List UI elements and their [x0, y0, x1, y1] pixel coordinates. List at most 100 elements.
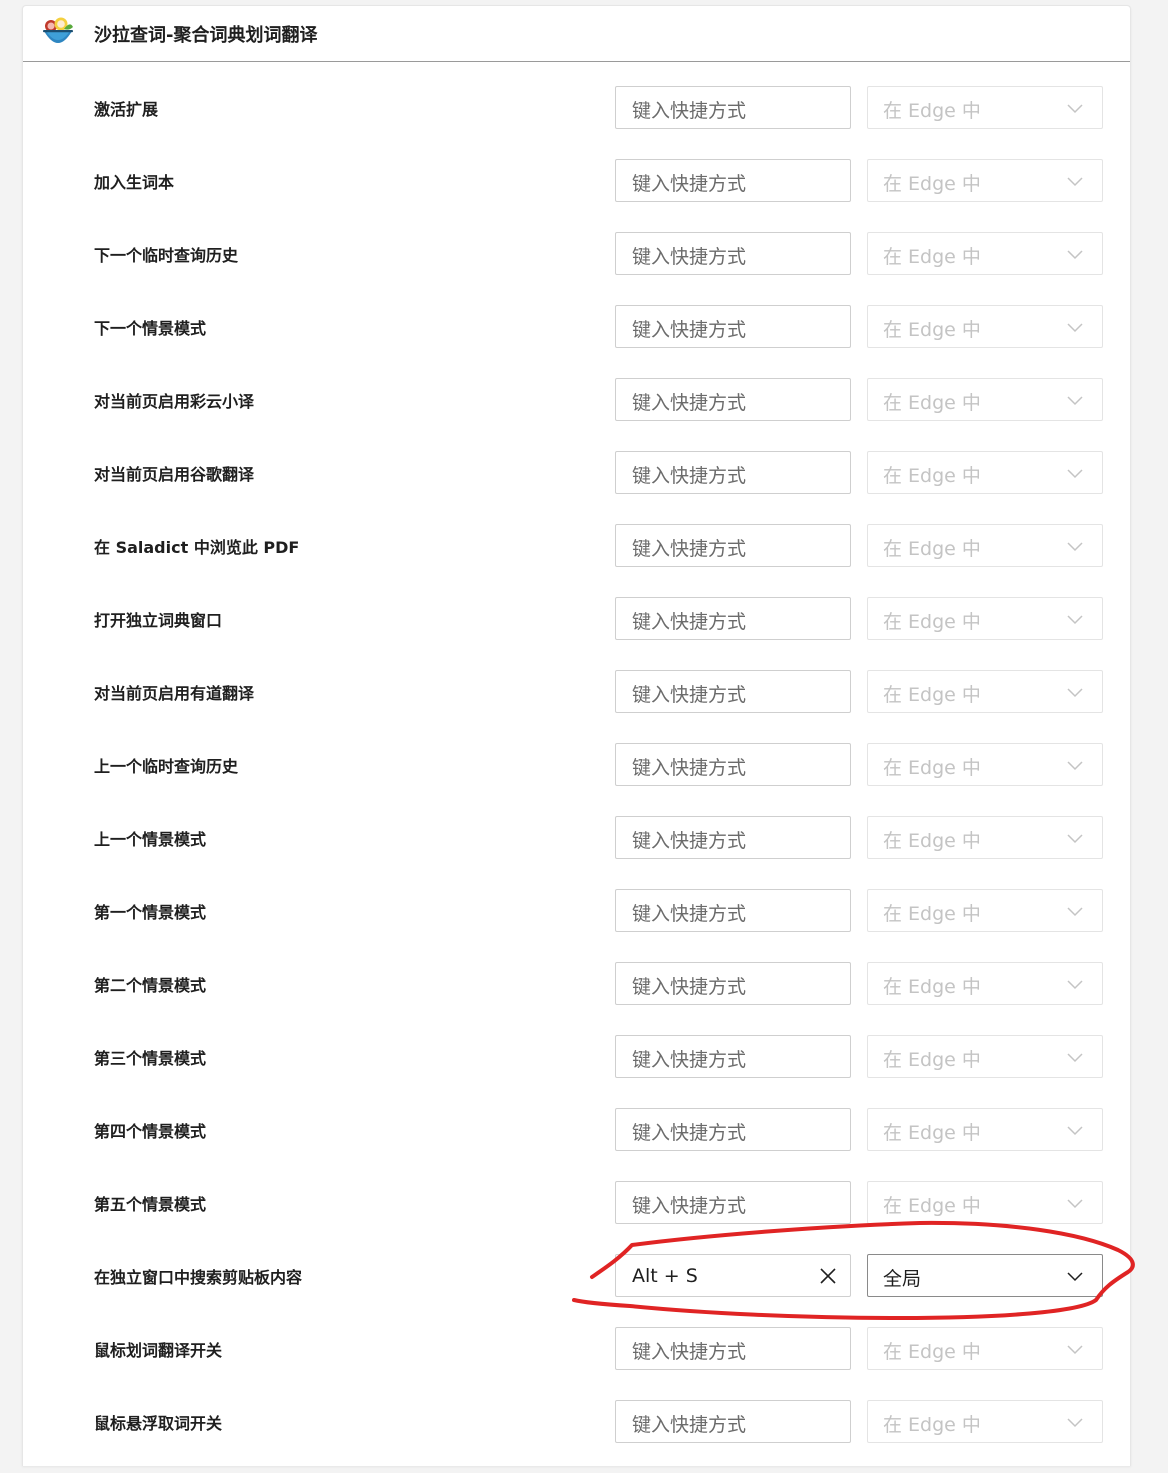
shortcut-scope-dropdown[interactable]: 在 Edge 中: [867, 524, 1103, 567]
shortcut-key-input[interactable]: 键入快捷方式: [615, 524, 851, 567]
clear-shortcut-icon[interactable]: [818, 1266, 838, 1286]
shortcut-command-label: 第四个情景模式: [94, 1122, 207, 1141]
shortcut-scope-value: 在 Edge 中: [883, 1341, 981, 1363]
shortcut-row: 鼠标悬浮取词开关 键入快捷方式 在 Edge 中: [23, 1400, 1130, 1473]
shortcut-scope-dropdown[interactable]: 在 Edge 中: [867, 597, 1103, 640]
shortcut-command-label: 上一个情景模式: [94, 830, 207, 849]
shortcut-row: 打开独立词典窗口 键入快捷方式 在 Edge 中: [23, 597, 1130, 670]
shortcut-scope-value: 在 Edge 中: [883, 100, 981, 122]
shortcut-placeholder: 键入快捷方式: [632, 465, 747, 487]
shortcut-row: 对当前页启用有道翻译 键入快捷方式 在 Edge 中: [23, 670, 1130, 743]
shortcut-scope-value: 在 Edge 中: [883, 392, 981, 414]
shortcut-command-label: 对当前页启用彩云小译: [94, 392, 255, 411]
shortcut-key-input[interactable]: 键入快捷方式: [615, 305, 851, 348]
shortcut-row: 第四个情景模式 键入快捷方式 在 Edge 中: [23, 1108, 1130, 1181]
shortcut-placeholder: 键入快捷方式: [632, 1341, 747, 1363]
chevron-down-icon: [1067, 104, 1083, 114]
shortcut-key-input[interactable]: 键入快捷方式: [615, 1108, 851, 1151]
shortcut-scope-value: 在 Edge 中: [883, 611, 981, 633]
shortcut-row: 上一个情景模式 键入快捷方式 在 Edge 中: [23, 816, 1130, 889]
shortcut-placeholder: 键入快捷方式: [632, 100, 747, 122]
shortcut-scope-dropdown[interactable]: 在 Edge 中: [867, 1108, 1103, 1151]
chevron-down-icon: [1067, 615, 1083, 625]
shortcut-scope-dropdown[interactable]: 在 Edge 中: [867, 1400, 1103, 1443]
shortcut-command-label: 在独立窗口中搜索剪贴板内容: [94, 1268, 303, 1287]
chevron-down-icon: [1067, 761, 1083, 771]
chevron-down-icon: [1067, 542, 1083, 552]
shortcut-key-input[interactable]: 键入快捷方式: [615, 86, 851, 129]
shortcut-scope-dropdown[interactable]: 在 Edge 中: [867, 378, 1103, 421]
shortcut-row: 鼠标划词翻译开关 键入快捷方式 在 Edge 中: [23, 1327, 1130, 1400]
extension-title: 沙拉查词-聚合词典划词翻译: [94, 25, 318, 46]
chevron-down-icon: [1067, 396, 1083, 406]
shortcut-placeholder: 键入快捷方式: [632, 173, 747, 195]
shortcut-scope-dropdown[interactable]: 在 Edge 中: [867, 451, 1103, 494]
shortcut-row: 激活扩展 键入快捷方式 在 Edge 中: [23, 86, 1130, 159]
extension-header: 沙拉查词-聚合词典划词翻译: [23, 6, 1130, 62]
shortcut-command-label: 上一个临时查询历史: [94, 757, 239, 776]
shortcut-scope-value: 在 Edge 中: [883, 1122, 981, 1144]
shortcut-command-label: 第一个情景模式: [94, 903, 207, 922]
shortcut-placeholder: 键入快捷方式: [632, 1122, 747, 1144]
shortcut-scope-dropdown[interactable]: 在 Edge 中: [867, 305, 1103, 348]
shortcut-key-input[interactable]: 键入快捷方式: [615, 816, 851, 859]
shortcut-placeholder: 键入快捷方式: [632, 392, 747, 414]
shortcut-command-label: 下一个临时查询历史: [94, 246, 239, 265]
shortcut-scope-dropdown[interactable]: 在 Edge 中: [867, 816, 1103, 859]
chevron-down-icon: [1067, 1199, 1083, 1209]
shortcut-placeholder: 键入快捷方式: [632, 757, 747, 779]
shortcut-row: 对当前页启用谷歌翻译 键入快捷方式 在 Edge 中: [23, 451, 1130, 524]
shortcut-placeholder: 键入快捷方式: [632, 903, 747, 925]
chevron-down-icon: [1067, 469, 1083, 479]
shortcut-command-label: 对当前页启用谷歌翻译: [94, 465, 255, 484]
shortcut-key-input[interactable]: 键入快捷方式: [615, 159, 851, 202]
shortcut-key-input[interactable]: 键入快捷方式: [615, 1181, 851, 1224]
shortcut-key-input[interactable]: 键入快捷方式: [615, 670, 851, 713]
chevron-down-icon: [1067, 834, 1083, 844]
shortcut-key-input[interactable]: 键入快捷方式: [615, 1327, 851, 1370]
shortcut-scope-dropdown[interactable]: 在 Edge 中: [867, 232, 1103, 275]
shortcut-scope-dropdown[interactable]: 在 Edge 中: [867, 962, 1103, 1005]
shortcut-key-input[interactable]: 键入快捷方式: [615, 378, 851, 421]
shortcut-scope-dropdown[interactable]: 在 Edge 中: [867, 1181, 1103, 1224]
shortcut-row: 上一个临时查询历史 键入快捷方式 在 Edge 中: [23, 743, 1130, 816]
shortcut-key-input[interactable]: 键入快捷方式: [615, 1400, 851, 1443]
saladict-logo-icon: [43, 17, 73, 43]
shortcut-key-input[interactable]: 键入快捷方式: [615, 451, 851, 494]
shortcut-scope-dropdown[interactable]: 在 Edge 中: [867, 1327, 1103, 1370]
shortcut-key-input[interactable]: 键入快捷方式: [615, 743, 851, 786]
shortcut-key-input[interactable]: 键入快捷方式: [615, 232, 851, 275]
shortcut-key-input[interactable]: 键入快捷方式: [615, 962, 851, 1005]
shortcut-key-input[interactable]: 键入快捷方式: [615, 889, 851, 932]
shortcut-row: 在 Saladict 中浏览此 PDF 键入快捷方式 在 Edge 中: [23, 524, 1130, 597]
shortcut-scope-dropdown[interactable]: 在 Edge 中: [867, 159, 1103, 202]
shortcut-scope-dropdown[interactable]: 在 Edge 中: [867, 1035, 1103, 1078]
shortcut-scope-value: 在 Edge 中: [883, 246, 981, 268]
shortcut-key-input[interactable]: Alt + S: [615, 1254, 851, 1297]
shortcut-key-input[interactable]: 键入快捷方式: [615, 1035, 851, 1078]
shortcut-placeholder: 键入快捷方式: [632, 1195, 747, 1217]
shortcut-scope-dropdown[interactable]: 在 Edge 中: [867, 670, 1103, 713]
shortcut-scope-value: 在 Edge 中: [883, 1195, 981, 1217]
chevron-down-icon: [1067, 177, 1083, 187]
shortcut-key-input[interactable]: 键入快捷方式: [615, 597, 851, 640]
shortcut-scope-value: 在 Edge 中: [883, 757, 981, 779]
shortcut-scope-value: 在 Edge 中: [883, 1414, 981, 1436]
shortcut-scope-dropdown[interactable]: 在 Edge 中: [867, 86, 1103, 129]
shortcut-placeholder: 键入快捷方式: [632, 1414, 747, 1436]
shortcut-command-label: 打开独立词典窗口: [94, 611, 223, 630]
shortcut-placeholder: 键入快捷方式: [632, 684, 747, 706]
shortcut-placeholder: 键入快捷方式: [632, 976, 747, 998]
shortcut-placeholder: 键入快捷方式: [632, 611, 747, 633]
shortcut-scope-dropdown[interactable]: 在 Edge 中: [867, 889, 1103, 932]
shortcut-scope-dropdown[interactable]: 在 Edge 中: [867, 743, 1103, 786]
shortcut-row: 第五个情景模式 键入快捷方式 在 Edge 中: [23, 1181, 1130, 1254]
shortcut-scope-value: 在 Edge 中: [883, 319, 981, 341]
shortcut-scope-dropdown[interactable]: 全局: [867, 1254, 1103, 1297]
shortcut-placeholder: 键入快捷方式: [632, 246, 747, 268]
chevron-down-icon: [1067, 1053, 1083, 1063]
shortcut-command-label: 第二个情景模式: [94, 976, 207, 995]
shortcut-row: 对当前页启用彩云小译 键入快捷方式 在 Edge 中: [23, 378, 1130, 451]
shortcut-command-label: 鼠标划词翻译开关: [94, 1341, 223, 1360]
shortcut-command-label: 在 Saladict 中浏览此 PDF: [94, 538, 300, 557]
